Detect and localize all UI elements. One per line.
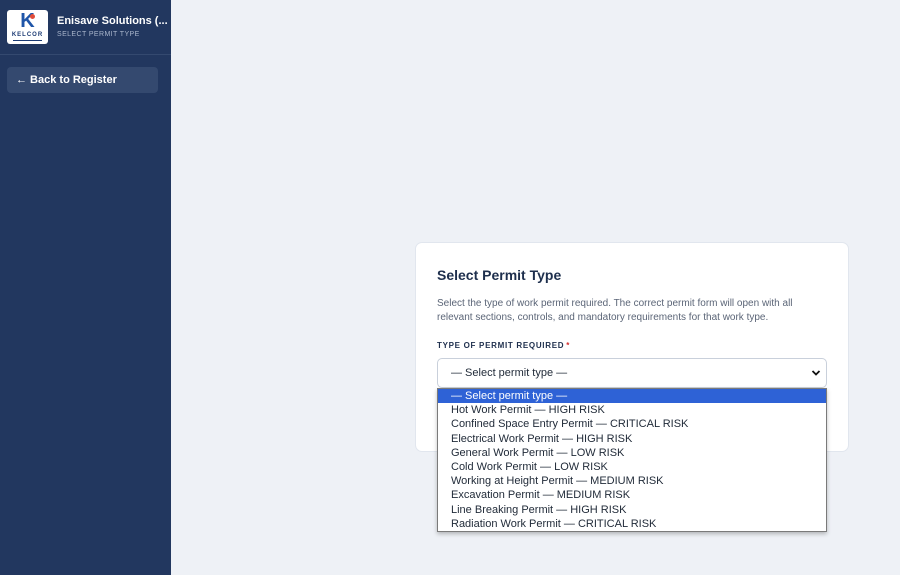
logo-divider: [13, 40, 42, 41]
card-description: Select the type of work permit required.…: [437, 298, 793, 323]
company-logo: K KELCOR: [7, 10, 48, 44]
chevron-down-icon: [811, 370, 821, 376]
permit-option[interactable]: Excavation Permit — MEDIUM RISK: [438, 488, 826, 502]
permit-option[interactable]: Hot Work Permit — HIGH RISK: [438, 403, 826, 417]
permit-option[interactable]: Confined Space Entry Permit — CRITICAL R…: [438, 417, 826, 431]
brand-subtitle: SELECT PERMIT TYPE: [57, 31, 140, 38]
permit-type-label: TYPE OF PERMIT REQUIRED *: [437, 341, 570, 350]
logo-letter: K: [7, 11, 48, 31]
sidebar: K KELCOR Enisave Solutions (... SELECT P…: [0, 0, 171, 575]
card-title: Select Permit Type: [437, 267, 562, 283]
permit-option[interactable]: Cold Work Permit — LOW RISK: [438, 460, 826, 474]
brand-header: K KELCOR Enisave Solutions (... SELECT P…: [0, 0, 171, 55]
permit-option[interactable]: — Select permit type —: [438, 389, 826, 404]
permit-type-options-list: — Select permit type — Hot Work Permit — …: [437, 388, 827, 532]
permit-option[interactable]: Electrical Work Permit — HIGH RISK: [438, 432, 826, 446]
permit-option[interactable]: General Work Permit — LOW RISK: [438, 446, 826, 460]
permit-type-label-text: TYPE OF PERMIT REQUIRED: [437, 341, 565, 350]
permit-option[interactable]: Radiation Work Permit — CRITICAL RISK: [438, 517, 826, 531]
required-marker: *: [566, 341, 571, 350]
permit-type-select[interactable]: — Select permit type —: [437, 358, 827, 388]
permit-option[interactable]: Line Breaking Permit — HIGH RISK: [438, 503, 826, 517]
brand-title: Enisave Solutions (...: [57, 15, 168, 27]
permit-option[interactable]: Working at Height Permit — MEDIUM RISK: [438, 474, 826, 488]
select-current-value: — Select permit type —: [451, 367, 568, 379]
logo-wordmark: KELCOR: [11, 32, 44, 38]
back-to-register-button[interactable]: ← Back to Register: [7, 67, 158, 93]
